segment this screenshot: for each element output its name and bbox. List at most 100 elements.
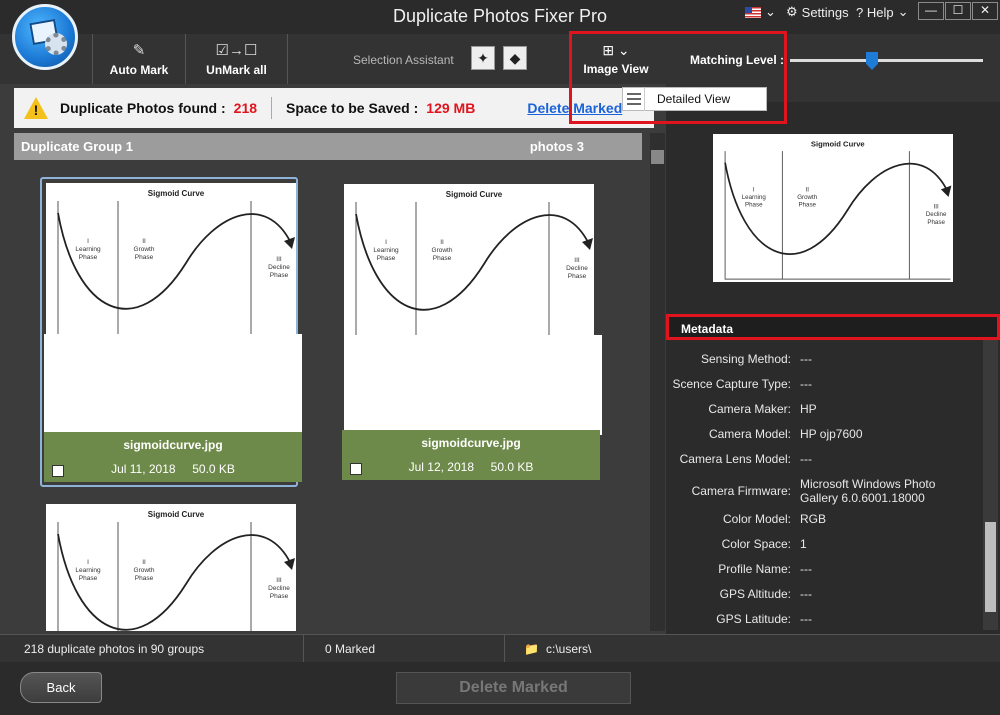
photo-card[interactable]: Sigmoid Curve I Learning Phase II Growth Phase…: [340, 180, 602, 484]
svg-text:I: I: [87, 238, 89, 245]
svg-text:Phase: Phase: [135, 575, 154, 582]
metadata-value: HP: [800, 402, 817, 416]
metadata-value: Microsoft Windows Photo Gallery 6.0.6001…: [800, 477, 936, 505]
unmark-all-button[interactable]: ☑→☐ UnMark all: [186, 34, 288, 84]
metadata-value: ---: [800, 612, 812, 626]
help-label: ? Help: [856, 4, 894, 20]
metadata-key: Scence Capture Type:: [672, 377, 791, 391]
svg-text:II: II: [142, 238, 146, 245]
svg-text:I: I: [87, 559, 89, 566]
metadata-key: Profile Name:: [718, 562, 791, 576]
metadata-value: 1: [800, 537, 807, 551]
maximize-button[interactable]: ☐: [945, 2, 971, 20]
svg-text:Sigmoid Curve: Sigmoid Curve: [446, 190, 503, 199]
svg-text:III: III: [276, 577, 282, 584]
metadata-value: ---: [800, 352, 812, 366]
chevron-down-icon: ⌄: [765, 4, 776, 19]
space-saved-value: 129 MB: [426, 100, 476, 116]
language-selector[interactable]: ⌄: [745, 3, 776, 21]
svg-text:Phase: Phase: [745, 202, 763, 209]
metadata-key: Color Space:: [721, 537, 791, 551]
svg-text:II: II: [142, 559, 146, 566]
photo-filename: sigmoidcurve.jpg: [123, 438, 223, 452]
delete-marked-button[interactable]: Delete Marked: [396, 672, 631, 704]
photo-checkbox[interactable]: [52, 465, 64, 477]
svg-text:III: III: [574, 257, 580, 264]
group-title: Duplicate Group 1: [21, 139, 133, 154]
metadata-value: HP ojp7600: [800, 427, 863, 441]
photo-filename: sigmoidcurve.jpg: [421, 436, 521, 450]
app-title: Duplicate Photos Fixer Pro: [392, 6, 608, 26]
gear-icon: ⚙: [786, 4, 798, 19]
svg-text:III: III: [276, 256, 282, 263]
photo-date-size: Jul 12, 2018 50.0 KB: [408, 460, 534, 474]
us-flag-icon: [745, 6, 761, 18]
duplicates-found-label: Duplicate Photos found :: [60, 100, 226, 116]
svg-text:II: II: [805, 186, 809, 193]
svg-text:Phase: Phase: [79, 254, 98, 261]
back-button[interactable]: Back: [20, 672, 102, 703]
status-summary: 218 duplicate photos in 90 groups: [24, 642, 205, 656]
metadata-value: ---: [800, 562, 812, 576]
scrollbar-thumb[interactable]: [985, 522, 996, 612]
svg-text:II: II: [440, 239, 444, 246]
svg-text:Phase: Phase: [798, 202, 816, 209]
group-scrollbar[interactable]: [650, 133, 665, 631]
photo-preview: Sigmoid Curve I Learning Phase II Growth Phase…: [713, 134, 953, 282]
group-header: Duplicate Group 1 photos 3: [14, 133, 642, 160]
divider: [271, 97, 273, 119]
auto-mark-button[interactable]: ✎ Auto Mark: [92, 34, 186, 84]
close-button[interactable]: ✕: [972, 2, 998, 20]
svg-text:Phase: Phase: [270, 272, 289, 279]
svg-text:Growth: Growth: [797, 194, 818, 201]
svg-text:Phase: Phase: [568, 273, 587, 280]
minimize-button[interactable]: —: [918, 2, 944, 20]
help-menu[interactable]: ? Help ⌄: [856, 3, 908, 21]
scrollbar-thumb[interactable]: [651, 150, 664, 164]
selection-assistant-label: Selection Assistant: [353, 53, 454, 67]
detailed-view-menu-item[interactable]: Detailed View: [622, 87, 767, 111]
svg-text:Decline: Decline: [268, 585, 290, 592]
svg-text:Growth: Growth: [134, 246, 155, 253]
photo-info-bar: sigmoidcurve.jpg Jul 11, 2018 50.0 KB: [44, 432, 302, 482]
svg-text:Decline: Decline: [268, 264, 290, 271]
eraser-icon: ◆: [509, 50, 521, 66]
photo-card[interactable]: Sigmoid Curve I Learning Phase II Growth Phase…: [42, 500, 300, 631]
folder-icon: 📁: [524, 642, 539, 656]
photo-checkbox[interactable]: [350, 463, 362, 475]
settings-menu[interactable]: ⚙ Settings: [786, 3, 849, 21]
svg-text:Phase: Phase: [927, 219, 945, 226]
svg-text:Phase: Phase: [377, 255, 396, 262]
auto-mark-label: Auto Mark: [109, 63, 169, 77]
svg-text:Learning: Learning: [75, 246, 101, 253]
selection-wand-button[interactable]: ✦: [471, 46, 495, 70]
metadata-header: Metadata: [666, 314, 1000, 340]
svg-text:Decline: Decline: [926, 211, 947, 218]
metadata-key: Color Model:: [722, 512, 791, 526]
metadata-key: Camera Maker:: [708, 402, 791, 416]
unmark-icon: ☑→☐: [215, 42, 258, 59]
photo-date-size: Jul 11, 2018 50.0 KB: [111, 462, 235, 476]
metadata-key: GPS Latitude:: [716, 612, 791, 626]
status-path: c:\users\: [546, 642, 592, 656]
photo-thumbnail: Sigmoid Curve I Learning Phase II Growth Phase…: [46, 504, 296, 631]
detailed-view-label: Detailed View: [657, 92, 731, 106]
svg-text:III: III: [934, 203, 939, 210]
metadata-key: Camera Model:: [708, 427, 791, 441]
status-marked: 0 Marked: [325, 642, 376, 656]
eraser-button[interactable]: ◆: [503, 46, 527, 70]
svg-text:Phase: Phase: [79, 575, 98, 582]
svg-text:Learning: Learning: [373, 247, 399, 254]
svg-text:Phase: Phase: [270, 593, 289, 600]
list-view-icon: [623, 87, 645, 111]
photo-thumbnail: Sigmoid Curve I Learning Phase II Growth Phase…: [46, 183, 296, 338]
svg-text:Phase: Phase: [135, 254, 154, 261]
photo-card[interactable]: Sigmoid Curve I Learning Phase II Growth Phase…: [40, 177, 302, 487]
metadata-key: Camera Lens Model:: [679, 452, 791, 466]
matching-level-slider[interactable]: [790, 59, 983, 62]
status-bar: 218 duplicate photos in 90 groups 0 Mark…: [0, 634, 1000, 663]
settings-label: Settings: [801, 4, 849, 20]
app-logo-icon: [12, 4, 78, 70]
svg-text:I: I: [753, 186, 755, 193]
svg-text:Growth: Growth: [432, 247, 453, 254]
